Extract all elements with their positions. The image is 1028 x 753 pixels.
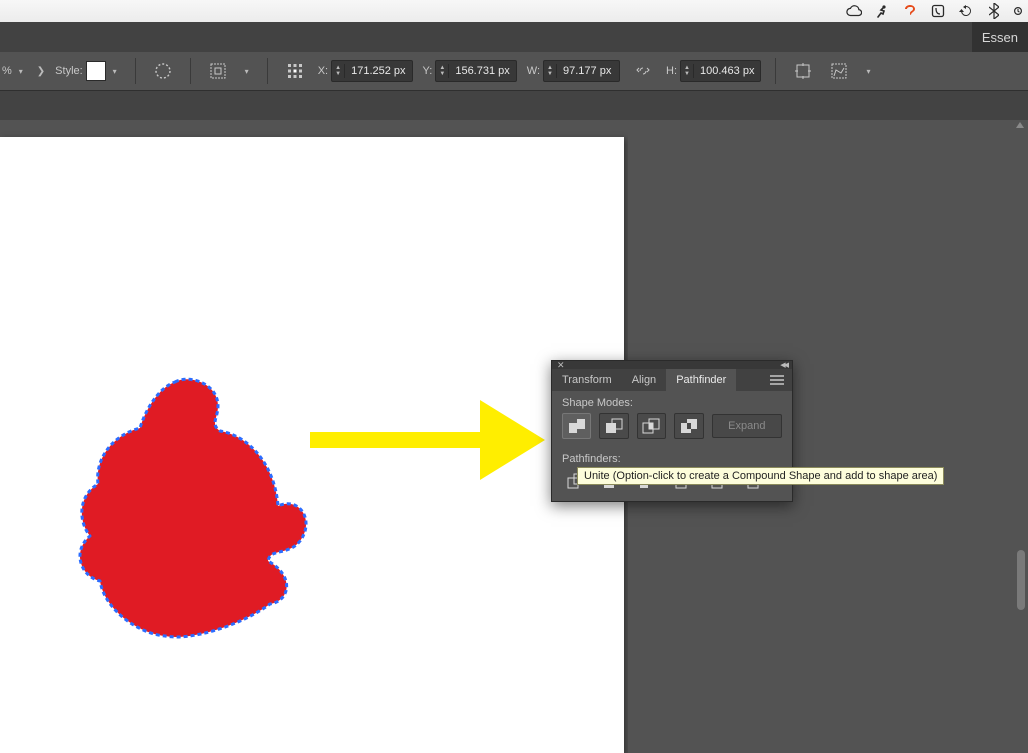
h-field: H: ▲▼ 100.463 px [666, 60, 761, 82]
shape-modes-label: Shape Modes: [552, 391, 792, 411]
workspace-label: Essen [982, 30, 1018, 45]
w-input[interactable]: ▲▼ 97.177 px [543, 60, 620, 82]
minus-front-button[interactable] [599, 413, 628, 439]
tooltip: Unite (Option-click to create a Compound… [577, 467, 944, 485]
stepper-icon[interactable]: ▲▼ [681, 64, 694, 78]
chevron-down-icon[interactable]: ▾ [241, 67, 253, 76]
separator [190, 58, 191, 84]
evernote-icon[interactable] [930, 3, 946, 19]
stepper-icon[interactable]: ▲▼ [544, 64, 557, 78]
annotation-arrow [310, 390, 550, 490]
exclude-button[interactable] [674, 413, 703, 439]
app-titlebar: Essen [0, 22, 1028, 52]
tab-align[interactable]: Align [622, 369, 666, 391]
selected-shape[interactable] [70, 376, 320, 646]
unite-button[interactable] [562, 413, 591, 439]
collapse-icon[interactable]: ◀◀ [780, 361, 787, 369]
document-tabstrip [0, 91, 1028, 122]
separator [267, 58, 268, 84]
style-field: Style: ▾ [55, 61, 121, 81]
clock-icon[interactable] [1014, 3, 1022, 19]
style-swatch[interactable] [86, 61, 106, 81]
separator [775, 58, 776, 84]
panel-menu-icon[interactable] [762, 369, 792, 391]
edit-mask-icon[interactable] [826, 58, 852, 84]
time-machine-icon[interactable] [958, 3, 974, 19]
macos-menubar [0, 0, 1028, 22]
creative-cloud-icon[interactable] [846, 3, 862, 19]
chevron-down-icon[interactable]: ▾ [862, 67, 874, 76]
intersect-button[interactable] [637, 413, 666, 439]
workspace-switcher[interactable]: Essen [972, 22, 1028, 52]
h-value: 100.463 px [694, 65, 760, 77]
w-field: W: ▲▼ 97.177 px [527, 60, 620, 82]
chevron-right-icon[interactable]: ❯ [37, 66, 45, 77]
stepper-icon[interactable]: ▲▼ [332, 64, 345, 78]
reference-point-icon[interactable] [282, 58, 308, 84]
y-field: Y: ▲▼ 156.731 px [423, 60, 517, 82]
w-label: W: [527, 65, 540, 77]
separator [135, 58, 136, 84]
control-bar: % ▾ ❯ Style: ▾ ▾ X: ▲▼ 171.252 px Y: ▲▼ … [0, 52, 1028, 91]
chevron-down-icon[interactable]: ▾ [15, 67, 27, 76]
panel-titlebar[interactable]: ✕ ◀◀ [552, 361, 792, 369]
x-label: X: [318, 65, 328, 77]
document-area [0, 120, 1028, 753]
chevron-down-icon[interactable]: ▾ [109, 67, 121, 76]
scroll-up-icon[interactable] [1015, 120, 1025, 135]
scrollbar-thumb[interactable] [1017, 550, 1025, 610]
x-field: X: ▲▼ 171.252 px [318, 60, 413, 82]
recolor-artwork-icon[interactable] [150, 58, 176, 84]
isolate-icon[interactable] [790, 58, 816, 84]
bluetooth-icon[interactable] [986, 3, 1002, 19]
w-value: 97.177 px [557, 65, 619, 77]
shape-modes-row: Expand [552, 411, 792, 447]
pathfinders-label: Pathfinders: [552, 447, 792, 467]
panel-tabs: Transform Align Pathfinder [552, 369, 792, 391]
x-input[interactable]: ▲▼ 171.252 px [331, 60, 412, 82]
align-to-icon[interactable] [205, 58, 231, 84]
y-value: 156.731 px [449, 65, 515, 77]
stepper-icon[interactable]: ▲▼ [436, 64, 449, 78]
tab-transform[interactable]: Transform [552, 369, 622, 391]
opacity-field: % ▾ [2, 65, 27, 77]
tab-pathfinder[interactable]: Pathfinder [666, 369, 736, 391]
y-label: Y: [423, 65, 433, 77]
link-wh-icon[interactable] [630, 58, 656, 84]
x-value: 171.252 px [345, 65, 411, 77]
pct-suffix: % [2, 65, 12, 77]
running-figure-icon[interactable] [874, 3, 890, 19]
canvas-zone [0, 120, 628, 753]
h-label: H: [666, 65, 677, 77]
snagit-icon[interactable] [902, 3, 918, 19]
expand-button[interactable]: Expand [712, 414, 782, 438]
style-label: Style: [55, 65, 83, 77]
h-input[interactable]: ▲▼ 100.463 px [680, 60, 761, 82]
y-input[interactable]: ▲▼ 156.731 px [435, 60, 516, 82]
